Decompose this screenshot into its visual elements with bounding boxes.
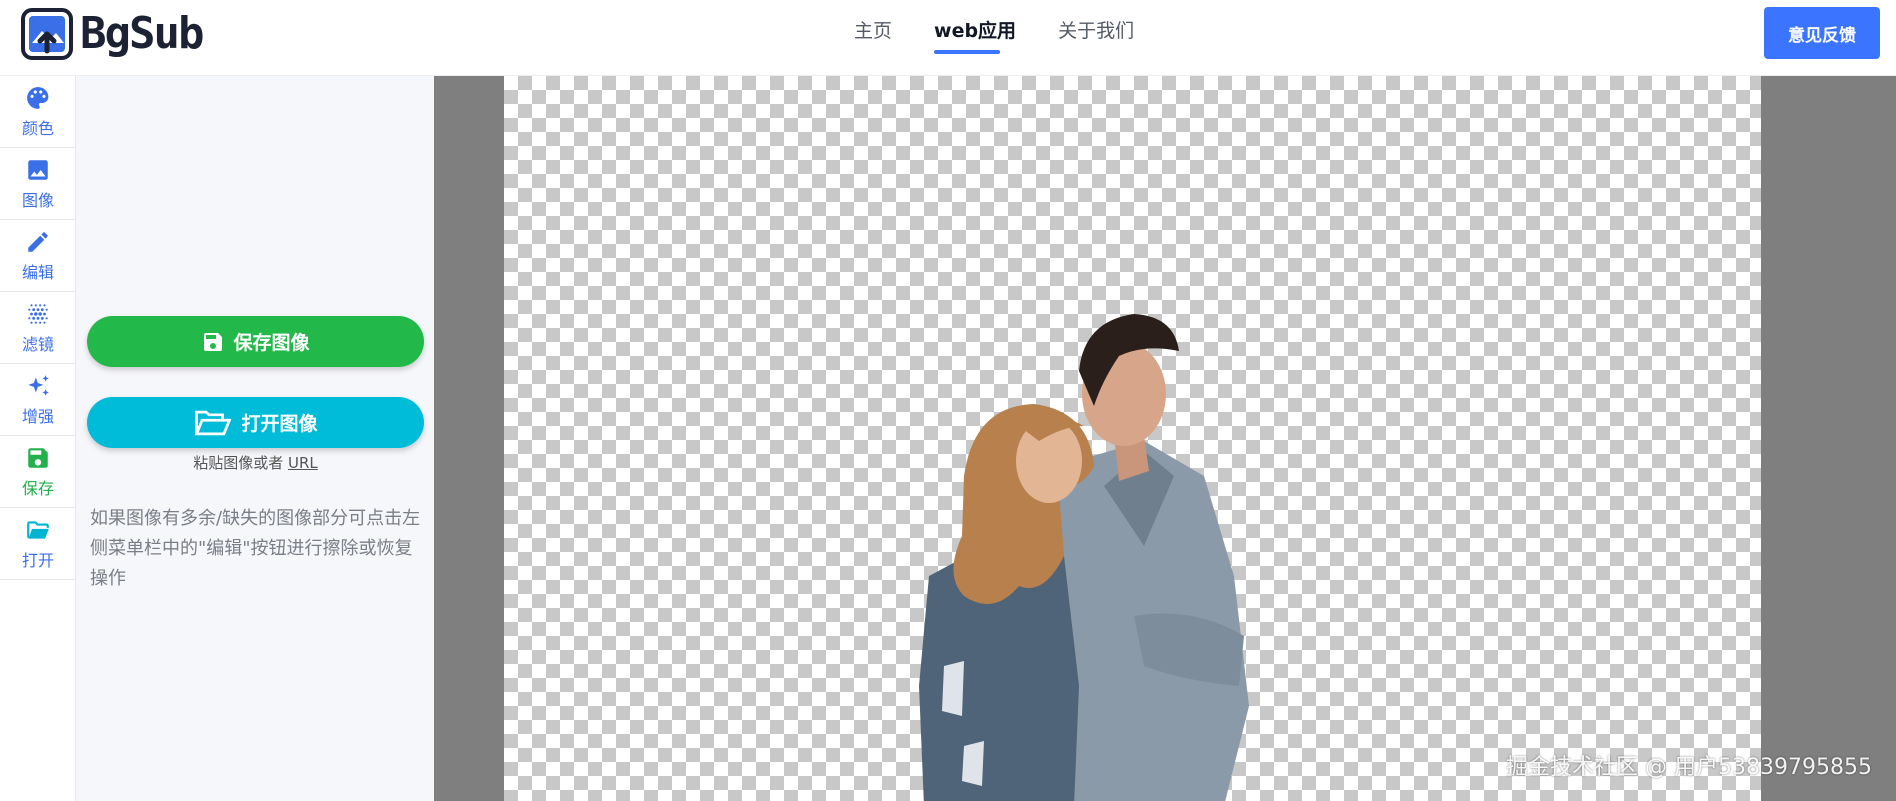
feedback-button[interactable]: 意见反馈 <box>1764 7 1880 59</box>
tool-rail: 颜色 图像 编辑 滤镜 增强 保存 打开 <box>0 76 76 801</box>
rail-item-edit[interactable]: 编辑 <box>0 220 76 292</box>
side-panel: 保存图像 打开图像 粘贴图像或者 URL 如果图像有多余/缺失的图像部分可点击左… <box>76 76 434 801</box>
logo-text: BgSub <box>80 8 204 59</box>
watermark: 掘金技术社区 @ 用户53839795855 <box>1506 755 1872 780</box>
pencil-icon <box>28 231 48 252</box>
image-canvas[interactable]: 掘金技术社区 @ 用户53839795855 <box>434 76 1896 801</box>
paste-text: 粘贴图像或者 <box>193 454 284 472</box>
save-image-button[interactable]: 保存图像 <box>87 316 424 367</box>
rail-item-filter[interactable]: 滤镜 <box>0 292 76 364</box>
nav-home[interactable]: 主页 <box>854 18 892 44</box>
floppy-icon <box>28 447 48 468</box>
nav-about[interactable]: 关于我们 <box>1058 18 1134 44</box>
open-image-label: 打开图像 <box>241 413 318 435</box>
rail-item-save[interactable]: 保存 <box>0 436 76 508</box>
cutout-photo <box>919 314 1249 801</box>
folder-open-icon <box>195 410 232 435</box>
open-image-button[interactable]: 打开图像 <box>87 397 424 448</box>
logo[interactable]: BgSub <box>20 7 204 61</box>
floppy-icon <box>204 332 223 351</box>
nav-web-app[interactable]: web应用 <box>934 18 1016 54</box>
main-nav: 主页 web应用 关于我们 <box>854 18 1134 54</box>
logo-icon <box>21 8 73 60</box>
palette-icon <box>27 86 49 109</box>
save-image-label: 保存图像 <box>233 332 310 354</box>
rail-label-save: 保存 <box>21 478 54 498</box>
rail-label-color: 颜色 <box>21 118 54 138</box>
image-icon <box>28 159 48 180</box>
rail-label-image: 图像 <box>21 190 54 210</box>
rail-item-image[interactable]: 图像 <box>0 148 76 220</box>
top-header: BgSub 主页 web应用 关于我们 意见反馈 <box>0 0 1896 76</box>
rail-item-enhance[interactable]: 增强 <box>0 364 76 436</box>
paste-hint: 粘贴图像或者 URL <box>87 452 424 473</box>
rail-item-open[interactable]: 打开 <box>0 508 76 580</box>
folder-open-icon <box>27 520 49 539</box>
rail-label-edit: 编辑 <box>21 262 54 282</box>
filter-dots-icon <box>28 303 48 324</box>
edit-hint-text: 如果图像有多余/缺失的图像部分可点击左侧菜单栏中的"编辑"按钮进行擦除或恢复操作 <box>90 508 421 589</box>
paste-url-link[interactable]: URL <box>288 454 318 472</box>
rail-label-open: 打开 <box>21 550 54 570</box>
sparkle-icon <box>28 374 49 396</box>
rail-item-color[interactable]: 颜色 <box>0 76 76 148</box>
rail-label-filter: 滤镜 <box>21 334 54 354</box>
rail-label-enhance: 增强 <box>21 406 54 426</box>
